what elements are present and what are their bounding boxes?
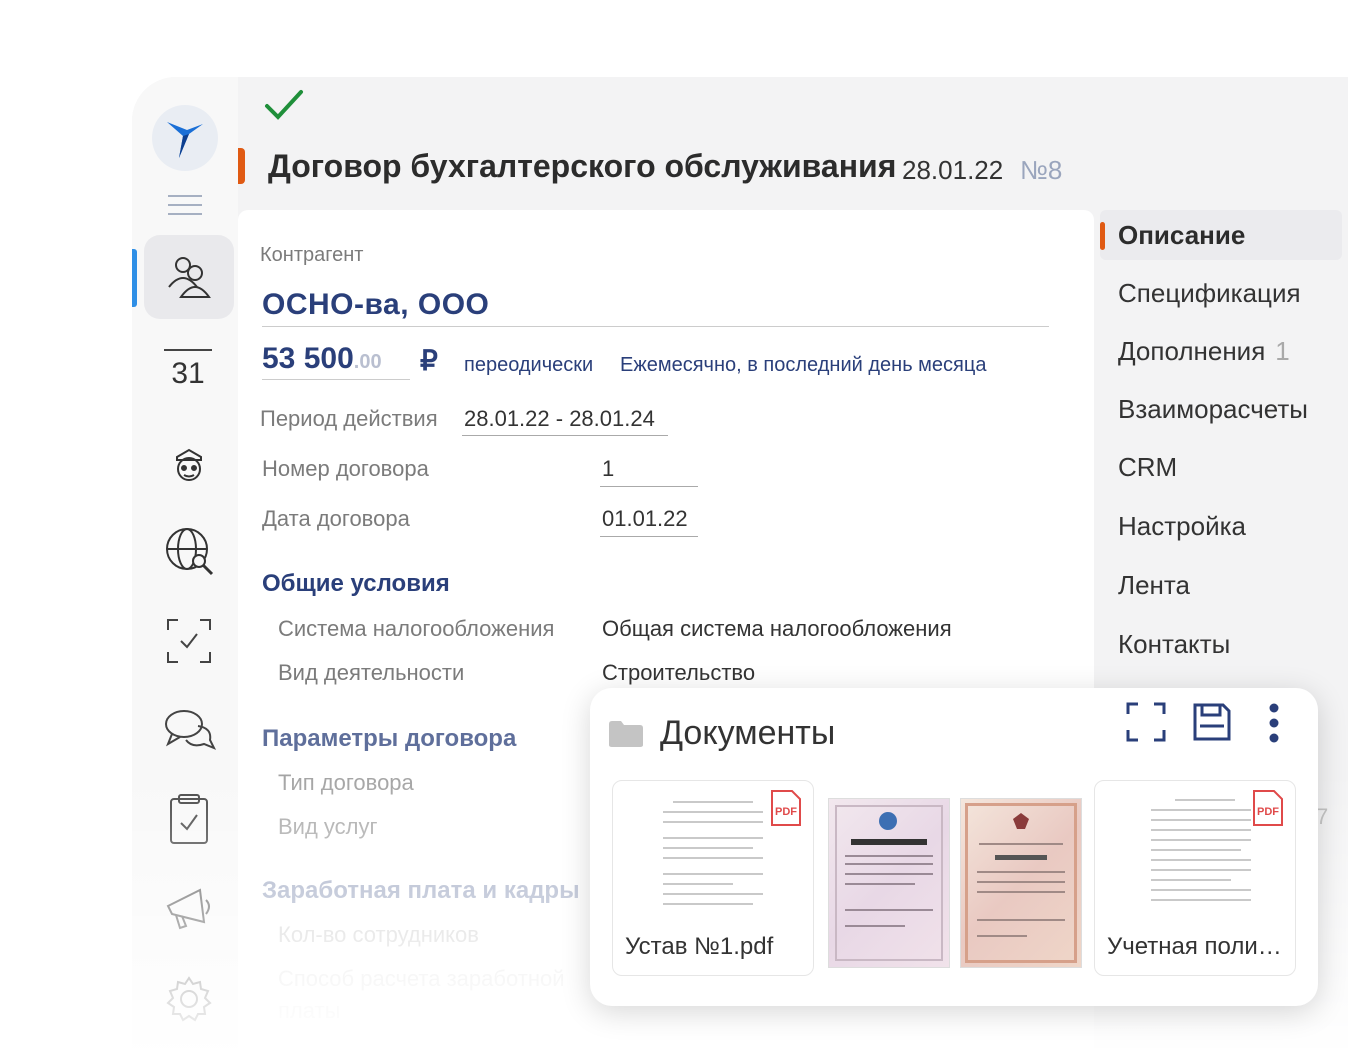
tab-contacts[interactable]: Контакты (1100, 619, 1342, 669)
contract-number-field[interactable]: 1 (602, 456, 614, 482)
tab-label: Лента (1118, 569, 1190, 600)
salary-method-label-2: платы (278, 998, 341, 1023)
save-icon[interactable] (1192, 702, 1232, 742)
nav-clipboard[interactable] (144, 777, 234, 861)
section-general[interactable]: Общие условия (262, 570, 450, 598)
contract-number-header: №8 (1020, 155, 1063, 185)
pdf-badge-text: PDF (775, 806, 797, 818)
title-accent (238, 148, 245, 184)
periodic-label: переодически (464, 354, 594, 376)
more-options-icon[interactable] (1264, 702, 1284, 744)
contract-date-label: Дата договора (262, 506, 410, 531)
tab-description[interactable]: Описание (1100, 210, 1342, 260)
nav-counterparties[interactable] (144, 235, 234, 319)
counterparty-underline (262, 326, 1049, 327)
amount-field[interactable]: 53 500.00 (262, 342, 382, 376)
activity-value[interactable]: Строительство (602, 660, 755, 686)
emblem-icon (879, 812, 897, 830)
nav-calendar[interactable]: 31 (164, 349, 212, 391)
nav-marketing[interactable] (144, 867, 234, 951)
employees-label: Кол-во сотрудников (278, 922, 479, 947)
users-icon (168, 257, 211, 298)
folder-icon (609, 721, 643, 747)
documents-panel: Документы PDF Устав №1.pdf PDF Учетная п… (590, 688, 1318, 1006)
clipboard-icon (170, 794, 208, 844)
section-params[interactable]: Параметры договора (262, 725, 516, 753)
tab-crm[interactable]: CRM (1100, 442, 1342, 492)
eagle-emblem-icon (1013, 813, 1029, 829)
document-name: Устав №1.pdf (625, 933, 774, 960)
activity-label: Вид деятельности (278, 660, 465, 685)
contract-number-label: Номер договора (262, 456, 429, 481)
tab-settings[interactable]: Настройка (1100, 501, 1342, 551)
nav-chat[interactable] (144, 687, 234, 771)
tax-system-value[interactable]: Общая система налогообложения (602, 616, 952, 642)
tab-label: Описание (1118, 219, 1246, 250)
tab-feed[interactable]: Лента (1100, 560, 1342, 610)
chat-icon (165, 710, 216, 750)
tab-label: Контакты (1118, 628, 1231, 659)
contract-date-field[interactable]: 01.01.22 (602, 506, 688, 532)
services-label: Вид услуг (278, 814, 378, 839)
tab-label: Взаиморасчеты (1118, 393, 1308, 424)
period-underline (462, 435, 668, 436)
gear-icon (166, 976, 212, 1022)
certificate-tile[interactable] (828, 798, 950, 968)
bird-logo-icon (167, 122, 203, 158)
pdf-icon: PDF (1253, 790, 1283, 826)
globe-search-icon (166, 528, 214, 576)
period-label: Период действия (260, 406, 438, 431)
contract-date-header: 28.01.22 (902, 155, 1004, 185)
nav-agent[interactable] (144, 423, 234, 507)
currency-symbol: ₽ (420, 345, 438, 376)
agent-icon (176, 448, 202, 481)
counterparty-field[interactable]: ОСНО-ва, ООО (262, 288, 489, 322)
tab-label: Спецификация (1118, 277, 1301, 308)
tab-additions[interactable]: Дополнения 1 (1100, 326, 1342, 376)
calendar-day: 31 (171, 357, 205, 390)
tab-settlements[interactable]: Взаиморасчеты (1100, 384, 1342, 434)
tab-count: 1 (1275, 335, 1290, 366)
amount-decimals: .00 (353, 351, 382, 373)
tab-label: Настройка (1118, 510, 1246, 541)
megaphone-icon (166, 888, 210, 930)
active-indicator (132, 249, 137, 307)
task-check-icon (167, 619, 211, 663)
section-salary[interactable]: Заработная плата и кадры (262, 877, 580, 905)
tab-label: CRM (1118, 451, 1178, 482)
contract-type-label: Тип договора (278, 770, 414, 795)
nav-tasks[interactable] (144, 599, 234, 683)
salary-method-label: Способ расчета заработной (278, 966, 565, 991)
tax-system-label: Система налогообложения (278, 616, 555, 641)
period-field[interactable]: 28.01.22 - 28.01.24 (464, 406, 655, 432)
logo[interactable] (152, 105, 218, 171)
approved-check-icon (265, 90, 303, 120)
amount-main: 53 500 (262, 342, 354, 375)
pdf-icon: PDF (771, 790, 801, 826)
document-tile[interactable]: PDF Устав №1.pdf (612, 780, 814, 976)
contract-number-underline (600, 486, 698, 487)
document-name: Учетная поли… (1107, 933, 1282, 960)
sidebar: 31 (132, 77, 238, 1048)
periodic-value[interactable]: Ежемесячно, в последний день месяца (620, 354, 986, 377)
document-tile[interactable]: PDF Учетная поли… (1094, 780, 1296, 976)
amount-underline (262, 379, 410, 380)
tab-label: Дополнения (1118, 335, 1266, 366)
nav-settings[interactable] (144, 957, 234, 1041)
menu-icon[interactable] (168, 195, 202, 222)
page-title: Договор бухгалтерского обслуживания (268, 148, 897, 184)
documents-title: Документы (660, 714, 836, 752)
fullscreen-icon[interactable] (1126, 702, 1166, 742)
counterparty-label: Контрагент (260, 244, 364, 266)
tab-active-bar (1100, 222, 1105, 250)
pdf-badge-text: PDF (1257, 806, 1279, 818)
license-tile[interactable] (960, 798, 1082, 968)
tab-specification[interactable]: Спецификация (1100, 268, 1342, 318)
contract-date-underline (600, 536, 698, 537)
nav-global-search[interactable] (144, 509, 234, 593)
